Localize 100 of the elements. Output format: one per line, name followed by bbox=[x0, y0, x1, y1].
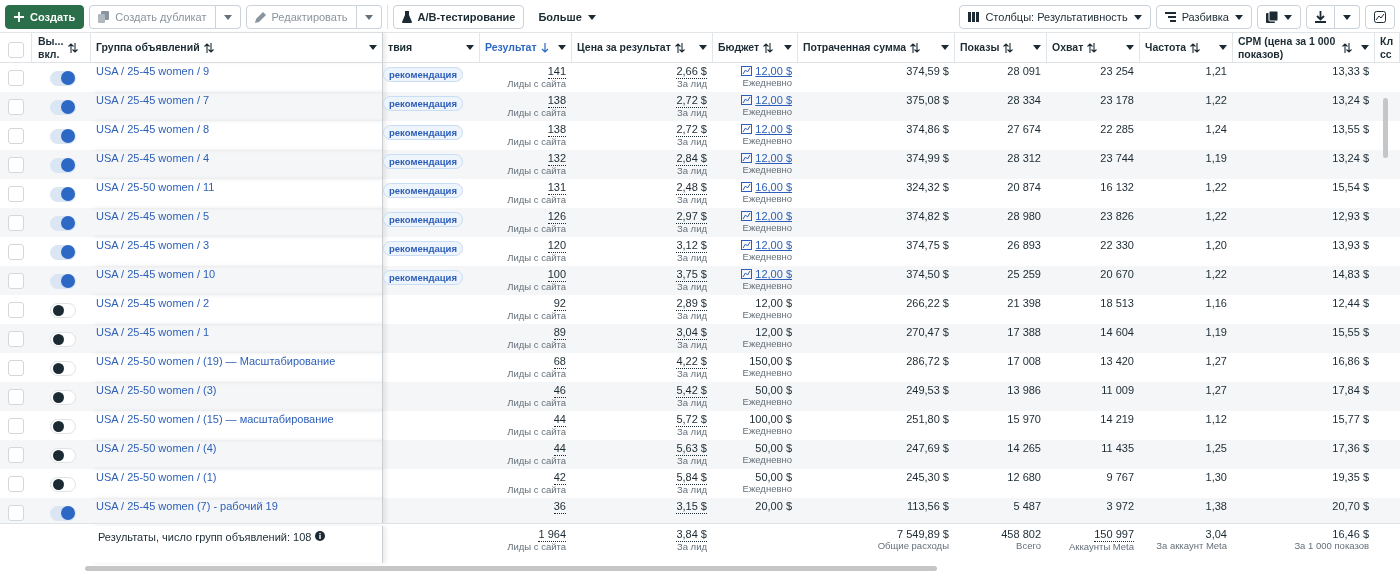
cost-value[interactable]: 3,75 $ bbox=[676, 268, 707, 282]
total-result[interactable]: 1 964 bbox=[538, 528, 566, 542]
sort-icon[interactable] bbox=[203, 42, 214, 53]
toggle-switch[interactable] bbox=[50, 216, 76, 231]
ad-set-link[interactable]: USA / 25-45 women / 9 bbox=[96, 65, 210, 77]
recommendation-badge[interactable]: рекомендация bbox=[383, 270, 463, 285]
budget-link[interactable]: 12,00 $ bbox=[741, 94, 792, 107]
sort-icon[interactable] bbox=[674, 42, 685, 53]
horizontal-scrollbar[interactable] bbox=[85, 566, 937, 571]
row-checkbox[interactable] bbox=[8, 215, 24, 231]
row-checkbox[interactable] bbox=[8, 186, 24, 202]
caret-icon[interactable] bbox=[1361, 45, 1369, 50]
ad-set-link[interactable]: USA / 25-50 women / (19) — Масштабирование bbox=[96, 355, 336, 367]
row-checkbox[interactable] bbox=[8, 157, 24, 173]
result-value[interactable]: 44 bbox=[553, 413, 566, 427]
row-checkbox[interactable] bbox=[8, 505, 24, 521]
caret-icon[interactable] bbox=[1219, 45, 1227, 50]
caret-icon[interactable] bbox=[558, 45, 566, 50]
sort-icon[interactable] bbox=[910, 42, 921, 53]
budget-link[interactable]: 12,00 $ bbox=[741, 123, 792, 136]
result-value[interactable]: 44 bbox=[553, 442, 566, 456]
ad-set-link[interactable]: USA / 25-50 women / (1) bbox=[96, 471, 217, 483]
column-header[interactable]: Охват bbox=[1052, 41, 1084, 54]
result-value[interactable]: 92 bbox=[553, 297, 566, 311]
toggle-switch[interactable] bbox=[50, 100, 76, 115]
caret-icon[interactable] bbox=[1235, 14, 1243, 20]
row-checkbox[interactable] bbox=[8, 360, 24, 376]
toggle-switch[interactable] bbox=[50, 477, 76, 492]
cost-value[interactable]: 5,63 $ bbox=[676, 442, 707, 456]
sort-icon[interactable] bbox=[1087, 42, 1098, 53]
total-cost[interactable]: 3,84 $ bbox=[676, 528, 707, 542]
recommendation-badge[interactable]: рекомендация bbox=[383, 96, 463, 111]
breakdown-menu-button[interactable]: Разбивка bbox=[1155, 5, 1252, 29]
ad-set-link[interactable]: USA / 25-50 women / (3) bbox=[96, 384, 217, 396]
caret-icon[interactable] bbox=[466, 45, 474, 50]
export-button[interactable] bbox=[1306, 5, 1335, 29]
toggle-switch[interactable] bbox=[50, 158, 76, 173]
cost-value[interactable]: 5,84 $ bbox=[676, 471, 707, 485]
ad-set-link[interactable]: USA / 25-50 women / (4) bbox=[96, 442, 217, 454]
row-checkbox[interactable] bbox=[8, 447, 24, 463]
row-checkbox[interactable] bbox=[8, 302, 24, 318]
recommendation-badge[interactable]: рекомендация bbox=[383, 125, 463, 140]
column-header[interactable]: Вы... вкл. bbox=[38, 34, 64, 61]
row-checkbox[interactable] bbox=[8, 99, 24, 115]
cost-value[interactable]: 2,84 $ bbox=[676, 152, 707, 166]
result-value[interactable]: 46 bbox=[553, 384, 566, 398]
column-header[interactable]: Потраченная сумма bbox=[803, 41, 907, 54]
result-value[interactable]: 89 bbox=[553, 326, 566, 340]
result-value[interactable]: 132 bbox=[547, 152, 566, 166]
create-button[interactable]: Создать bbox=[5, 5, 85, 29]
cost-value[interactable]: 5,72 $ bbox=[676, 413, 707, 427]
ad-set-link[interactable]: USA / 25-45 women / 1 bbox=[96, 326, 210, 338]
sort-icon[interactable] bbox=[1190, 42, 1201, 53]
cost-value[interactable]: 2,97 $ bbox=[676, 210, 707, 224]
recommendation-badge[interactable]: рекомендация bbox=[383, 212, 463, 227]
row-checkbox[interactable] bbox=[8, 70, 24, 86]
cost-value[interactable]: 2,66 $ bbox=[676, 65, 707, 79]
result-value[interactable]: 120 bbox=[547, 239, 566, 253]
toggle-switch[interactable] bbox=[50, 332, 76, 347]
columns-menu-button[interactable]: Столбцы: Результативность bbox=[959, 5, 1151, 29]
recommendation-badge[interactable]: рекомендация bbox=[383, 183, 463, 198]
toggle-switch[interactable] bbox=[50, 71, 76, 86]
cost-value[interactable]: 2,89 $ bbox=[676, 297, 707, 311]
toggle-switch[interactable] bbox=[50, 129, 76, 144]
result-value[interactable]: 138 bbox=[547, 123, 566, 137]
cost-value[interactable]: 2,72 $ bbox=[676, 123, 707, 137]
ad-set-link[interactable]: USA / 25-50 women / 11 bbox=[96, 181, 215, 193]
recommendation-badge[interactable]: рекомендация bbox=[383, 154, 463, 169]
toggle-switch[interactable] bbox=[50, 245, 76, 260]
toggle-switch[interactable] bbox=[50, 187, 76, 202]
ad-set-link[interactable]: USA / 25-45 women / 5 bbox=[96, 210, 210, 222]
caret-icon[interactable] bbox=[699, 45, 707, 50]
column-header[interactable]: CPM (цена за 1 000 показов) bbox=[1238, 34, 1338, 61]
reports-menu-button[interactable] bbox=[1257, 5, 1301, 29]
charts-button[interactable] bbox=[1365, 5, 1395, 29]
cost-value[interactable]: 5,42 $ bbox=[676, 384, 707, 398]
ad-set-link[interactable]: USA / 25-45 women / 8 bbox=[96, 123, 210, 135]
sort-icon[interactable] bbox=[763, 42, 774, 53]
caret-icon[interactable] bbox=[1284, 14, 1292, 20]
cost-value[interactable]: 3,15 $ bbox=[676, 500, 707, 514]
cost-value[interactable]: 2,72 $ bbox=[676, 94, 707, 108]
ad-set-link[interactable]: USA / 25-45 women / 3 bbox=[96, 239, 210, 251]
result-value[interactable]: 141 bbox=[547, 65, 566, 79]
select-all-checkbox[interactable] bbox=[8, 42, 24, 58]
vertical-scrollbar[interactable] bbox=[1383, 98, 1388, 158]
recommendation-badge[interactable]: рекомендация bbox=[383, 67, 463, 82]
dropdown-button[interactable] bbox=[1335, 5, 1360, 29]
column-header[interactable]: Цена за результат bbox=[577, 41, 671, 54]
column-header[interactable]: твия bbox=[388, 41, 413, 54]
info-icon[interactable] bbox=[315, 531, 326, 541]
row-checkbox[interactable] bbox=[8, 273, 24, 289]
toolbar-button[interactable]: A/B-тестирование bbox=[392, 5, 525, 29]
toggle-switch[interactable] bbox=[50, 361, 76, 376]
row-checkbox[interactable] bbox=[8, 389, 24, 405]
ad-set-link[interactable]: USA / 25-45 women (7) - рабочий 19 bbox=[96, 500, 278, 512]
caret-icon[interactable] bbox=[941, 45, 949, 50]
total-reach[interactable]: 150 997 bbox=[1094, 528, 1134, 542]
toggle-switch[interactable] bbox=[50, 274, 76, 289]
caret-icon[interactable] bbox=[587, 14, 596, 20]
cost-value[interactable]: 2,48 $ bbox=[676, 181, 707, 195]
